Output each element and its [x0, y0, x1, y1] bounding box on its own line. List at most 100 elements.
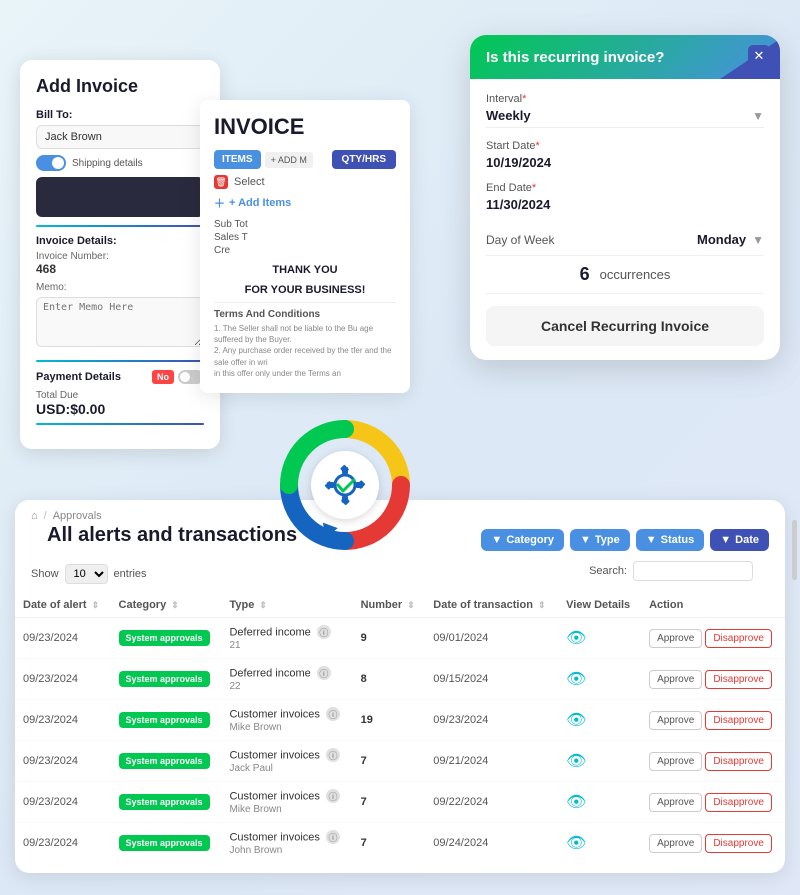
cell-action-3: Approve Disapprove: [641, 741, 785, 782]
info-icon-1[interactable]: ⓘ: [317, 666, 331, 680]
entries-select[interactable]: 10 25 50: [65, 564, 108, 584]
disapprove-btn-3[interactable]: Disapprove: [705, 752, 772, 771]
divider-2: [36, 360, 204, 362]
end-date-label: End Date*: [486, 182, 764, 194]
view-icon-4[interactable]: 👁: [566, 794, 586, 811]
cell-number-0: 9: [353, 618, 426, 659]
cell-action-5: Approve Disapprove: [641, 823, 785, 864]
qty-btn[interactable]: QTY/HRS: [332, 150, 396, 169]
type-filter-btn[interactable]: ▼ Type: [570, 529, 630, 551]
approve-btn-1[interactable]: Approve: [649, 670, 702, 689]
interval-arrow-icon[interactable]: ▼: [752, 109, 764, 123]
total-due-val: USD:$0.00: [36, 401, 204, 417]
show-entries: Show 10 25 50 entries: [31, 564, 147, 584]
invoice-preview: INVOICE ITEMS + ADD M QTY/HRS 🗑 Select ＋…: [200, 100, 410, 393]
approve-btn-4[interactable]: Approve: [649, 793, 702, 812]
cancel-recurring-btn[interactable]: Cancel Recurring Invoice: [486, 306, 764, 346]
view-icon-2[interactable]: 👁: [566, 712, 586, 729]
disapprove-btn-0[interactable]: Disapprove: [705, 629, 772, 648]
cell-number-3: 7: [353, 741, 426, 782]
type-text-3: Customer invoices: [229, 750, 319, 762]
date-filter-icon: ▼: [720, 534, 731, 546]
cell-date-transaction-0: 09/01/2024: [425, 618, 558, 659]
approve-btn-0[interactable]: Approve: [649, 629, 702, 648]
cell-date-alert-5: 09/23/2024: [15, 823, 111, 864]
sort-icon-type[interactable]: ⇕: [259, 600, 267, 610]
total-due-label: Total Due: [36, 390, 204, 401]
address-box: [36, 177, 204, 217]
date-filter-btn[interactable]: ▼ Date: [710, 529, 769, 551]
day-of-week-row: Day of Week Monday ▼: [486, 224, 764, 255]
info-icon-4[interactable]: ⓘ: [326, 789, 340, 803]
select-label: Select: [234, 176, 265, 188]
table-row: 09/23/2024 System approvals Customer inv…: [15, 823, 785, 864]
sort-icon-cat[interactable]: ⇕: [171, 600, 179, 610]
view-icon-5[interactable]: 👁: [566, 835, 586, 852]
disapprove-btn-2[interactable]: Disapprove: [705, 711, 772, 730]
items-toolbar: ITEMS + ADD M QTY/HRS: [214, 150, 396, 169]
memo-input[interactable]: [36, 297, 204, 347]
cell-type-4: Customer invoices ⓘ Mike Brown: [221, 782, 352, 823]
cell-category-5: System approvals: [111, 823, 222, 864]
business-text: FOR YOUR BUSINESS!: [214, 284, 396, 296]
cell-date-alert-4: 09/23/2024: [15, 782, 111, 823]
shipping-toggle[interactable]: [36, 155, 66, 171]
sort-icon-num[interactable]: ⇕: [407, 600, 415, 610]
status-filter-btn[interactable]: ▼ Status: [636, 529, 705, 551]
view-icon-1[interactable]: 👁: [566, 671, 586, 688]
category-badge-1: System approvals: [119, 671, 210, 687]
recurring-panel: Is this recurring invoice? ✕ Interval* W…: [470, 35, 780, 360]
select-row: 🗑 Select: [214, 175, 396, 189]
approve-btn-3[interactable]: Approve: [649, 752, 702, 771]
cell-type-2: Customer invoices ⓘ Mike Brown: [221, 700, 352, 741]
approve-btn-5[interactable]: Approve: [649, 834, 702, 853]
sort-icon-trans[interactable]: ⇕: [538, 600, 546, 610]
cell-number-4: 7: [353, 782, 426, 823]
gear-svg: [280, 420, 410, 550]
terms-1: 1. The Seller shall not be liable to the…: [214, 323, 396, 345]
add-items-btn[interactable]: ＋ + Add Items: [214, 195, 396, 211]
view-icon-3[interactable]: 👁: [566, 753, 586, 770]
info-icon-2[interactable]: ⓘ: [326, 707, 340, 721]
cell-view-1: 👁: [558, 659, 641, 700]
sort-icon-date[interactable]: ⇕: [92, 600, 100, 610]
cell-action-0: Approve Disapprove: [641, 618, 785, 659]
action-btns-2: Approve Disapprove: [649, 711, 777, 730]
type-label: Type: [595, 534, 620, 546]
interval-label: Interval*: [486, 93, 764, 105]
cell-view-5: 👁: [558, 823, 641, 864]
category-filter-btn[interactable]: ▼ Category: [481, 529, 564, 551]
number-val-5: 7: [361, 837, 367, 849]
plus-icon: ＋: [214, 195, 225, 211]
disapprove-btn-5[interactable]: Disapprove: [705, 834, 772, 853]
status-label: Status: [661, 534, 695, 546]
col-number: Number ⇕: [353, 593, 426, 618]
cell-date-transaction-2: 09/23/2024: [425, 700, 558, 741]
info-icon-0[interactable]: ⓘ: [317, 625, 331, 639]
cell-date-alert-1: 09/23/2024: [15, 659, 111, 700]
filter-icon: ▼: [491, 534, 502, 546]
info-icon-5[interactable]: ⓘ: [326, 830, 340, 844]
category-badge-0: System approvals: [119, 630, 210, 646]
disapprove-btn-4[interactable]: Disapprove: [705, 793, 772, 812]
add-more-btn[interactable]: + ADD M: [265, 152, 313, 168]
cell-view-0: 👁: [558, 618, 641, 659]
recurring-close-btn[interactable]: ✕: [748, 45, 770, 67]
cell-date-transaction-4: 09/22/2024: [425, 782, 558, 823]
day-arrow-icon[interactable]: ▼: [752, 233, 764, 247]
search-input[interactable]: [633, 561, 753, 581]
trash-icon[interactable]: 🗑: [214, 175, 228, 189]
table-body: 09/23/2024 System approvals Deferred inc…: [15, 618, 785, 864]
disapprove-btn-1[interactable]: Disapprove: [705, 670, 772, 689]
items-btn[interactable]: ITEMS: [214, 150, 261, 169]
bill-to-select[interactable]: Jack Brown: [36, 125, 204, 149]
view-icon-0[interactable]: 👁: [566, 630, 586, 647]
type-text-1: Deferred income: [229, 668, 310, 680]
approve-btn-2[interactable]: Approve: [649, 711, 702, 730]
scrollbar[interactable]: [792, 520, 797, 580]
info-icon-3[interactable]: ⓘ: [326, 748, 340, 762]
category-badge-5: System approvals: [119, 835, 210, 851]
cell-type-1: Deferred income ⓘ 22: [221, 659, 352, 700]
filter-btns: ▼ Category ▼ Type ▼ Status ▼ Date: [481, 529, 769, 551]
breadcrumb-home: ⌂: [31, 510, 38, 522]
